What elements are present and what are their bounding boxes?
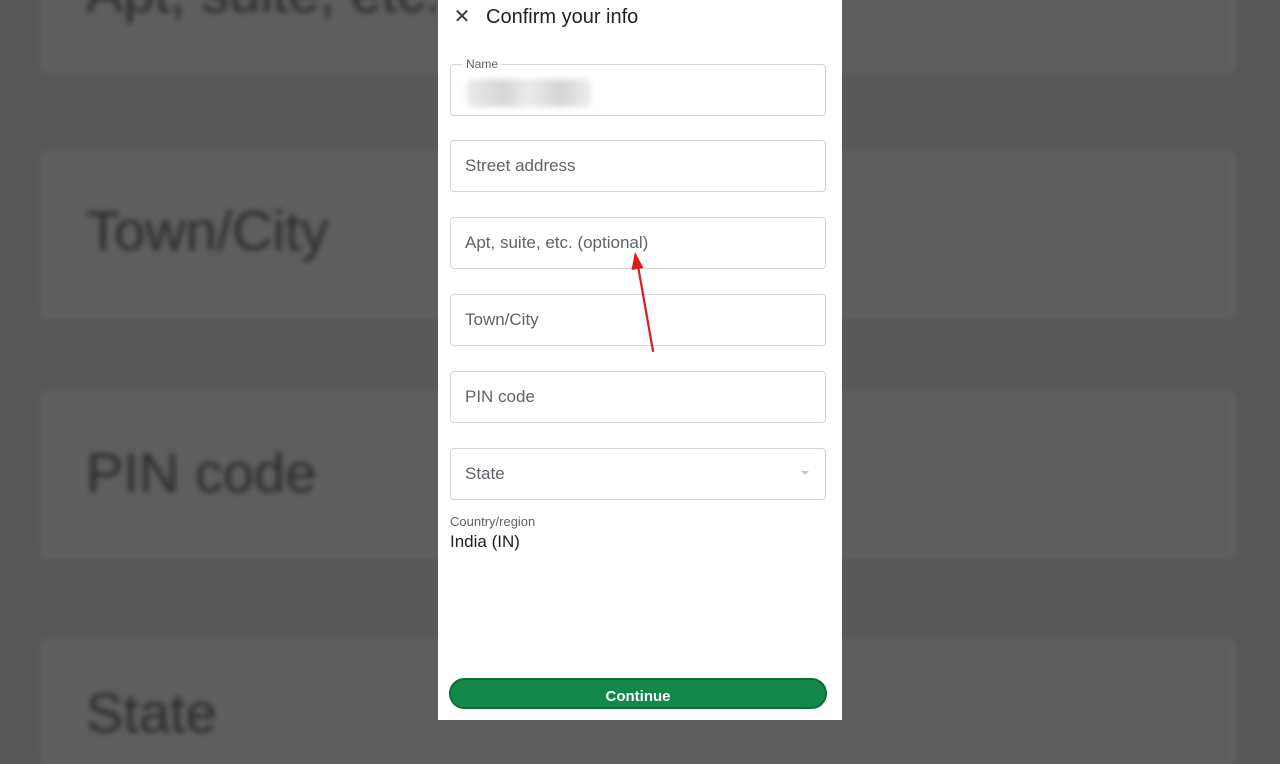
pin-code-field[interactable] — [450, 371, 826, 423]
background-label: PIN code — [86, 441, 317, 504]
continue-button[interactable]: Continue — [449, 678, 827, 709]
close-icon[interactable]: ✕ — [452, 5, 472, 29]
apt-suite-input[interactable] — [451, 218, 825, 268]
background-label: Apt, suite, etc. — [86, 0, 441, 25]
page-title: Confirm your info — [486, 6, 639, 28]
street-address-field[interactable] — [450, 140, 826, 192]
town-city-field[interactable] — [450, 294, 826, 346]
state-select[interactable]: State — [450, 448, 826, 500]
town-city-input[interactable] — [451, 295, 825, 345]
state-select-placeholder: State — [465, 464, 505, 483]
street-address-input[interactable] — [451, 141, 825, 191]
name-field[interactable]: Name — [450, 57, 826, 116]
background-label: State — [86, 681, 217, 744]
name-input[interactable] — [451, 65, 825, 115]
confirm-info-panel: ✕ Confirm your info Name State Country/r… — [438, 0, 842, 720]
background-label: Town/City — [86, 199, 329, 262]
dialog-header: ✕ Confirm your info — [438, 0, 842, 36]
chevron-down-icon — [801, 471, 809, 475]
pin-code-input[interactable] — [451, 372, 825, 422]
apt-suite-field[interactable] — [450, 217, 826, 269]
country-region-label: Country/region — [450, 514, 536, 529]
country-region-value: India (IN) — [450, 532, 520, 551]
